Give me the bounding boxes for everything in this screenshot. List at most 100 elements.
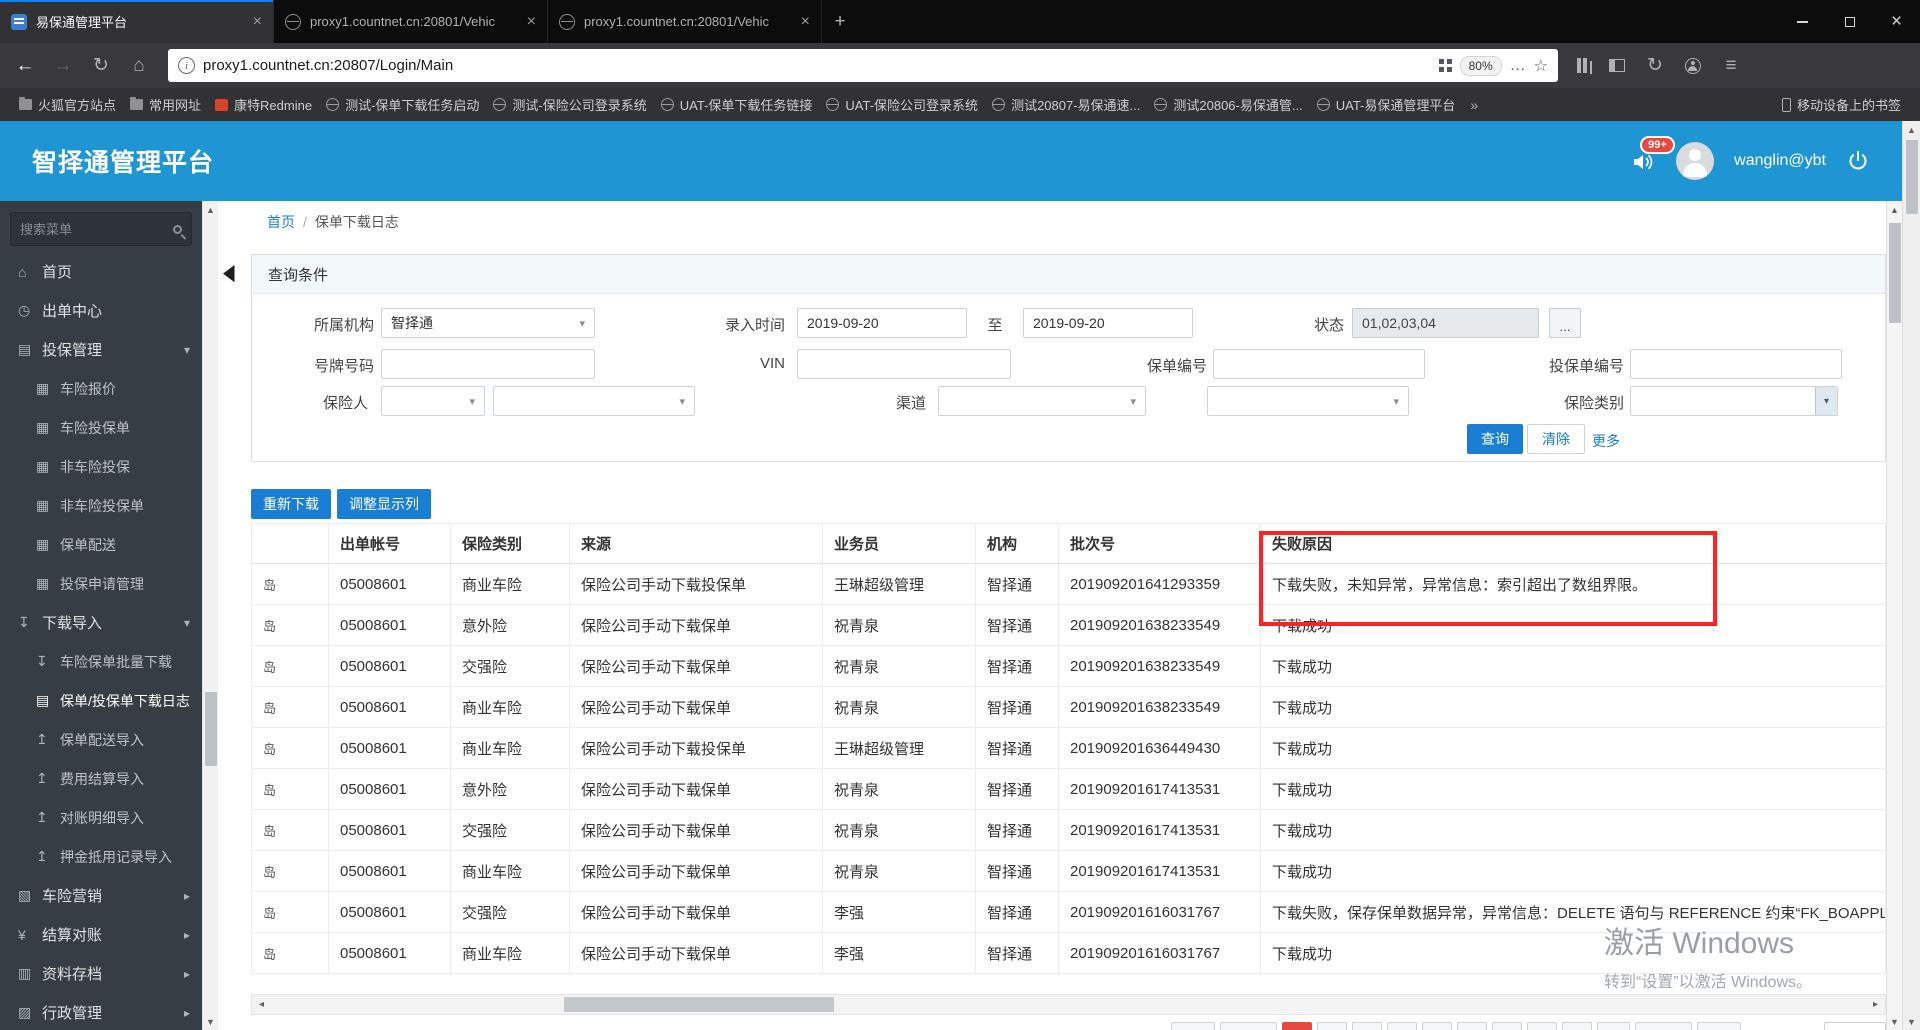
bookmarks-overflow-icon[interactable]: » [1464, 97, 1484, 113]
policy-no-input[interactable] [1213, 349, 1425, 379]
sidebar-item[interactable]: ▦ 车险报价 [0, 369, 202, 408]
insurer-select-2[interactable]: ▾ [493, 386, 695, 416]
page-button[interactable]: 5 [1422, 1022, 1453, 1030]
bookmark-item[interactable]: 测试-保单下载任务启动 [319, 91, 486, 118]
browser-tab[interactable]: proxy1.countnet.cn:20801/Vehic × [548, 0, 822, 43]
row-detail-icon[interactable]: 岛 [263, 701, 276, 716]
browser-tab[interactable]: proxy1.countnet.cn:20801/Vehic × [274, 0, 548, 43]
sidebar-scrollbar-thumb[interactable] [205, 692, 217, 766]
sidebar-item[interactable]: ◷ 出单中心 [0, 291, 202, 330]
sidebar-item[interactable]: ▥ 资料存档 ▸ [0, 954, 202, 993]
page-button[interactable]: 10 [1597, 1022, 1630, 1030]
page-button[interactable]: 尾页 [1696, 1022, 1741, 1030]
page-button[interactable]: 1 [1282, 1022, 1313, 1030]
sidebar-scrollbar[interactable]: ▲ ▼ [202, 201, 218, 1030]
window-minimize-button[interactable] [1779, 0, 1826, 43]
sidebar-item[interactable]: ↧ 下载导入 ▾ [0, 603, 202, 642]
content-scrollbar[interactable]: ▲ ▼ [1886, 201, 1902, 1030]
sidebar-item[interactable]: ▦ 车险投保单 [0, 408, 202, 447]
breadcrumb-home-link[interactable]: 首页 [267, 212, 295, 232]
row-detail-icon[interactable]: 岛 [263, 783, 276, 798]
horizontal-scrollbar-thumb[interactable] [564, 997, 834, 1012]
zoom-level-badge[interactable]: 80% [1459, 55, 1502, 76]
library-icon[interactable] [1562, 50, 1596, 82]
page-button[interactable]: 2 [1317, 1022, 1348, 1030]
page-actions-icon[interactable]: … [1510, 57, 1526, 75]
row-detail-icon[interactable]: 岛 [263, 906, 276, 921]
sync-icon[interactable]: ↻ [1638, 50, 1672, 82]
url-bar[interactable]: i proxy1.countnet.cn:20807/Login/Main 80… [168, 49, 1558, 82]
page-button[interactable]: 8 [1527, 1022, 1558, 1030]
content-scrollbar-thumb[interactable] [1889, 223, 1901, 323]
row-detail-icon[interactable]: 岛 [263, 947, 276, 962]
sidebar-toggle-icon[interactable] [1600, 50, 1634, 82]
account-icon[interactable] [1676, 50, 1710, 82]
scroll-up-icon[interactable]: ▲ [1903, 121, 1920, 138]
redownload-button[interactable]: 重新下载 [251, 489, 331, 519]
insurer-select-1[interactable]: ▾ [381, 386, 485, 416]
row-detail-icon[interactable]: 岛 [263, 742, 276, 757]
sidebar-search-input[interactable] [20, 221, 173, 237]
scroll-up-icon[interactable]: ▲ [203, 201, 218, 218]
window-maximize-button[interactable] [1826, 0, 1873, 43]
scroll-down-icon[interactable]: ▼ [203, 1013, 218, 1030]
page-button[interactable]: 首页 [1171, 1022, 1216, 1030]
notifications-button[interactable]: 99+ [1630, 135, 1675, 179]
page-size-select[interactable]: 15 ▾ [1824, 1022, 1886, 1030]
home-button[interactable]: ⌂ [122, 50, 156, 82]
sidebar-item[interactable]: ▧ 车险营销 ▸ [0, 876, 202, 915]
org-select[interactable]: 智择通 ▾ [381, 308, 595, 338]
sidebar-item[interactable]: ↧ 车险保单批量下载 [0, 642, 202, 681]
bookmark-item[interactable]: 火狐官方站点 [12, 91, 123, 118]
bookmark-star-icon[interactable]: ☆ [1534, 56, 1548, 76]
tab-close-icon[interactable]: × [801, 13, 810, 31]
sidebar-item[interactable]: ▦ 非车险投保单 [0, 486, 202, 525]
status-input[interactable]: 01,02,03,04 [1352, 308, 1539, 338]
row-detail-icon[interactable]: 岛 [263, 865, 276, 880]
insurance-type-select[interactable]: ▾ [1630, 386, 1838, 416]
more-link[interactable]: 更多 [1592, 431, 1620, 451]
row-detail-icon[interactable]: 岛 [263, 824, 276, 839]
scroll-down-icon[interactable]: ▼ [1887, 1013, 1902, 1030]
page-button[interactable]: 3 [1352, 1022, 1383, 1030]
sidebar-item[interactable]: ¥ 结算对账 ▸ [0, 915, 202, 954]
sidebar-item[interactable]: ▦ 投保申请管理 [0, 564, 202, 603]
date-to-input[interactable]: 2019-09-20 [1023, 308, 1193, 338]
channel-select-2[interactable]: ▾ [1207, 386, 1409, 416]
sidebar-item[interactable]: ▨ 行政管理 ▸ [0, 993, 202, 1030]
sidebar-search[interactable] [10, 212, 192, 246]
bookmark-item[interactable]: UAT-易保通管理平台 [1310, 91, 1463, 118]
plate-input[interactable] [381, 349, 595, 379]
mobile-bookmarks[interactable]: 移动设备上的书签 [1775, 91, 1908, 118]
bookmark-item[interactable]: 测试20807-易保通速... [985, 91, 1147, 118]
browser-scrollbar[interactable]: ▲ ▼ [1902, 121, 1920, 1030]
bookmark-item[interactable]: 常用网址 [123, 91, 208, 118]
page-button[interactable]: 下一页 [1634, 1022, 1692, 1030]
bookmark-item[interactable]: UAT-保单下载任务链接 [654, 91, 820, 118]
sidebar-item[interactable]: ↥ 费用结算导入 [0, 759, 202, 798]
date-from-input[interactable]: 2019-09-20 [797, 308, 967, 338]
sidebar-item[interactable]: ▤ 投保管理 ▾ [0, 330, 202, 369]
proposal-no-input[interactable] [1630, 349, 1842, 379]
browser-tab[interactable]: 易保通管理平台 × [0, 0, 274, 43]
menu-icon[interactable]: ≡ [1714, 50, 1748, 82]
sidebar-collapse-icon[interactable]: ◀ [223, 259, 235, 286]
vin-input[interactable] [797, 349, 1011, 379]
new-tab-button[interactable]: + [822, 0, 858, 43]
qr-scan-icon[interactable] [1438, 59, 1452, 72]
browser-scrollbar-thumb[interactable] [1906, 140, 1918, 214]
back-button[interactable]: ← [8, 50, 42, 82]
status-picker-button[interactable]: ... [1549, 308, 1581, 338]
scroll-down-icon[interactable]: ▼ [1903, 1013, 1920, 1030]
logout-power-icon[interactable] [1846, 149, 1870, 173]
sidebar-item[interactable]: ⌂ 首页 [0, 252, 202, 291]
sidebar-item[interactable]: ↥ 对账明细导入 [0, 798, 202, 837]
horizontal-scrollbar[interactable]: ◂ ▸ [251, 994, 1886, 1015]
row-detail-icon[interactable]: 岛 [263, 660, 276, 675]
sidebar-item[interactable]: ▦ 保单配送 [0, 525, 202, 564]
reload-button[interactable]: ↻ [84, 50, 118, 82]
sidebar-item[interactable]: ▦ 非车险投保 [0, 447, 202, 486]
tab-close-icon[interactable]: × [527, 13, 536, 31]
forward-button[interactable]: → [46, 50, 80, 82]
bookmark-item[interactable]: 测试-保险公司登录系统 [486, 91, 653, 118]
